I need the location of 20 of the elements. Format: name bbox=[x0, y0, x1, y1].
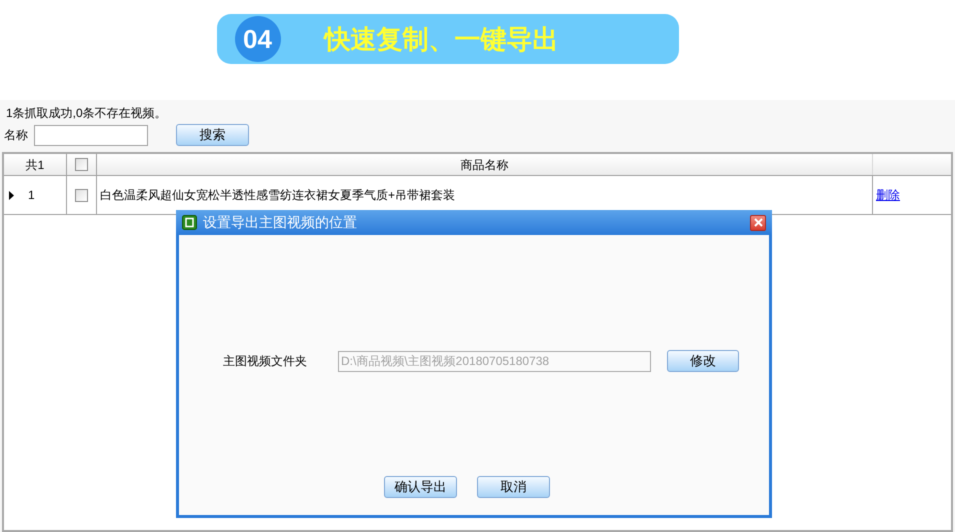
step-number: 04 bbox=[234, 16, 280, 62]
dialog-title: 设置导出主图视频的位置 bbox=[203, 213, 358, 232]
name-field[interactable] bbox=[34, 124, 148, 146]
folder-label: 主图视频文件夹 bbox=[223, 353, 308, 370]
status-message: 1条抓取成功,0条不存在视频。 bbox=[5, 105, 168, 122]
search-button[interactable]: 搜索 bbox=[176, 124, 249, 146]
dialog-button[interactable]: 确认导出 bbox=[384, 476, 457, 498]
change-button[interactable]: 修改 bbox=[667, 350, 739, 372]
checkbox[interactable] bbox=[75, 158, 88, 171]
row-number: 1 bbox=[28, 187, 35, 204]
column-header: 共1 bbox=[4, 154, 67, 175]
close-icon bbox=[754, 218, 762, 227]
checkbox[interactable] bbox=[75, 188, 88, 202]
app-icon bbox=[182, 215, 197, 230]
field-label: 名称 bbox=[4, 127, 28, 144]
close-button[interactable] bbox=[750, 214, 766, 230]
delete-link[interactable]: 删除 bbox=[876, 186, 900, 204]
column-header: 商品名称 bbox=[97, 154, 873, 175]
dialog-button[interactable]: 取消 bbox=[477, 476, 550, 498]
banner-title: 快速复制、一键导出 bbox=[324, 22, 558, 56]
